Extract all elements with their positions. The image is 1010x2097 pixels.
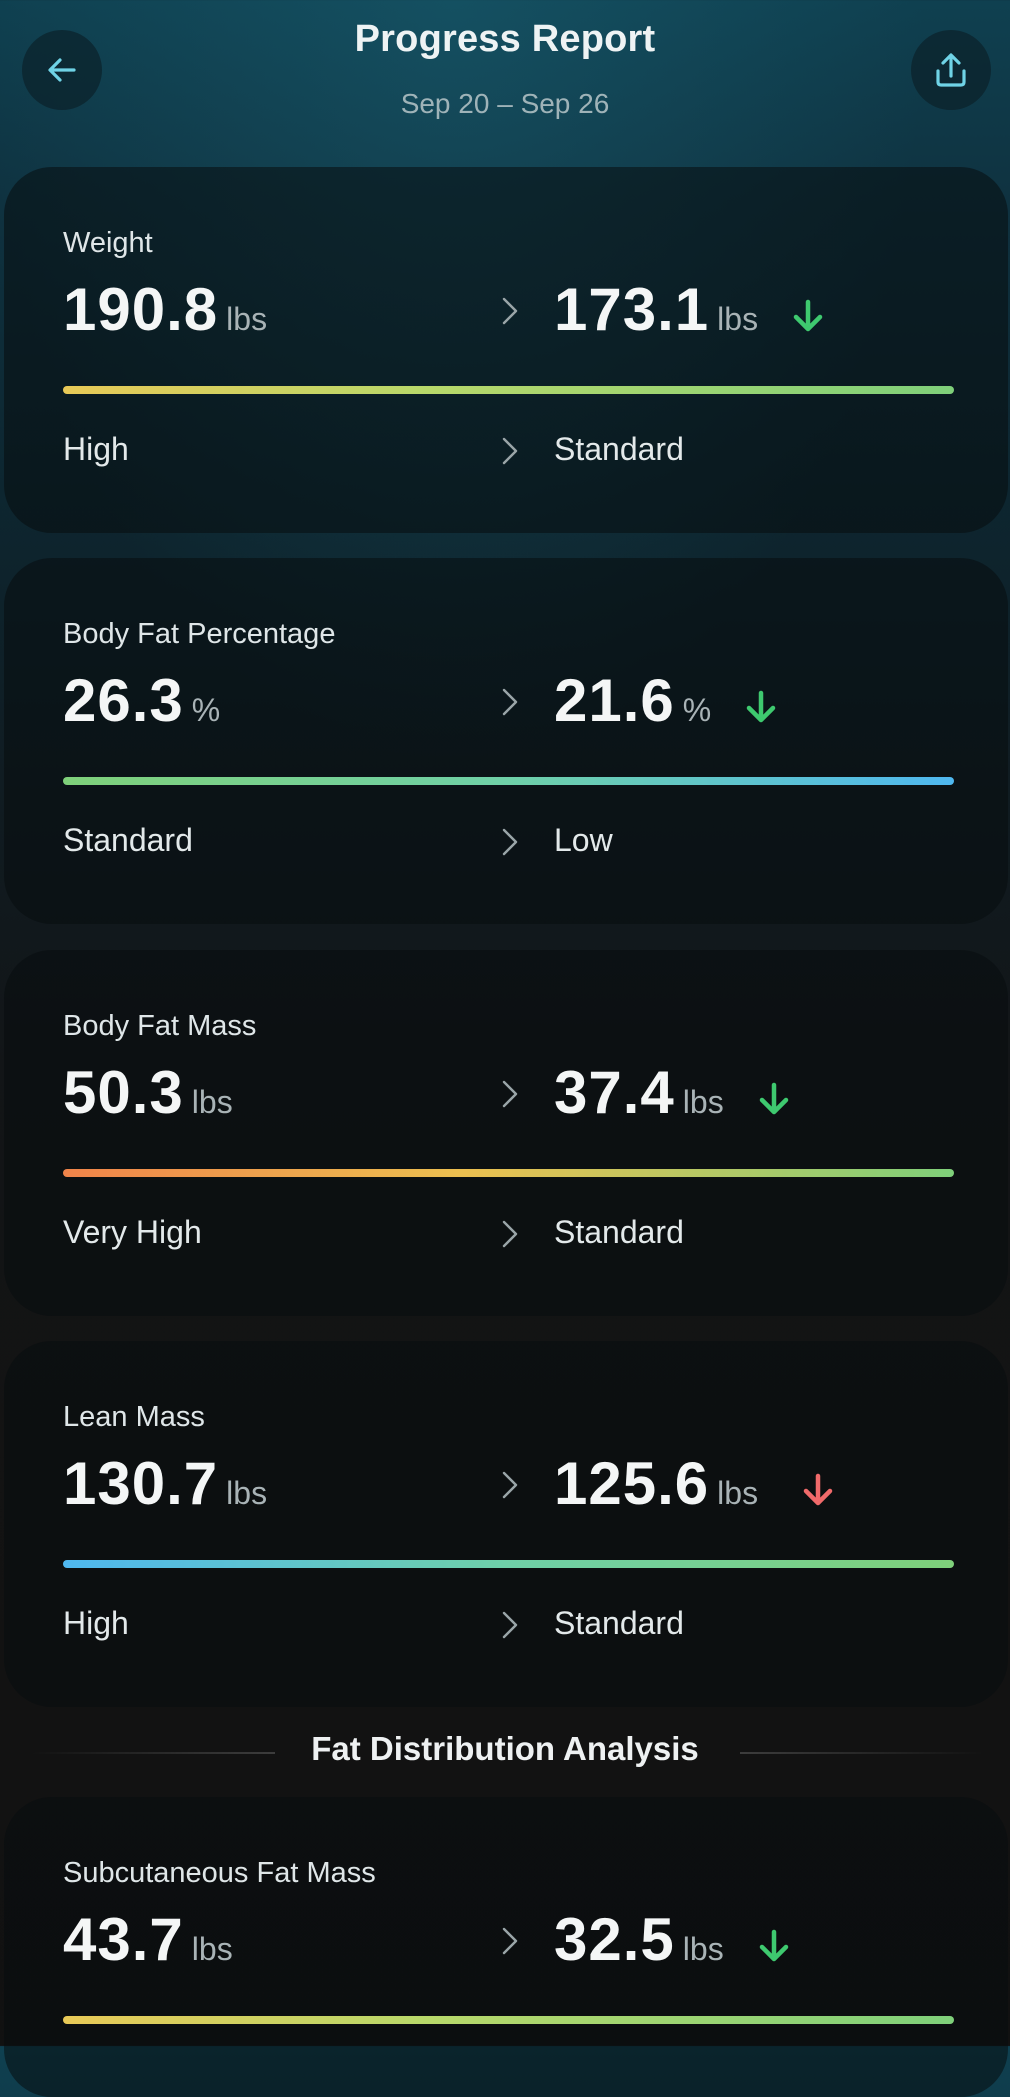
range-bar [63, 1169, 954, 1177]
to-number: 32.5 [554, 1906, 675, 1973]
arrow-down-icon [759, 1929, 788, 1962]
section-title: Fat Distribution Analysis [311, 1730, 699, 1767]
from-status: Standard [63, 822, 193, 858]
to-status: Standard [554, 1605, 684, 1641]
range-bar [63, 1560, 954, 1568]
from-number: 26.3 [63, 667, 184, 734]
metric-label: Weight [63, 227, 153, 259]
from-unit: lbs [191, 1084, 233, 1120]
chevron-right-icon [502, 828, 518, 856]
to-status: Standard [554, 431, 684, 467]
metric-card-body-fat-percentage[interactable]: Body Fat Percentage 26.3 % 21.6 % Standa… [4, 558, 1008, 924]
chevron-right-icon [502, 688, 518, 716]
chevron-right-icon [502, 1611, 518, 1639]
section-divider-right [740, 1752, 985, 1754]
metric-label: Body Fat Percentage [63, 618, 336, 650]
to-unit: lbs [717, 1475, 759, 1511]
from-status: High [63, 1605, 129, 1641]
from-status: High [63, 431, 129, 467]
metric-label: Lean Mass [63, 1401, 205, 1433]
to-status: Standard [554, 1214, 684, 1250]
to-unit: % [682, 692, 712, 728]
share-button[interactable] [911, 30, 991, 110]
to-value: 37.4 lbs [554, 1058, 794, 1127]
range-bar [63, 386, 954, 394]
arrow-down-icon [759, 1082, 788, 1115]
from-unit: lbs [226, 301, 268, 337]
range-bar [63, 777, 954, 785]
metric-label: Subcutaneous Fat Mass [63, 1857, 376, 1889]
to-value: 21.6 % [554, 666, 781, 735]
page-title: Progress Report [354, 18, 656, 60]
to-value: 125.6 lbs [554, 1449, 838, 1518]
from-unit: lbs [226, 1475, 268, 1511]
metric-card-body-fat-mass[interactable]: Body Fat Mass 50.3 lbs 37.4 lbs Very Hig… [4, 950, 1008, 1316]
upload-icon [936, 53, 966, 87]
from-status: Very High [63, 1214, 202, 1250]
chevron-right-icon [502, 1471, 518, 1499]
to-status: Low [554, 822, 613, 858]
from-value: 130.7 lbs [63, 1449, 267, 1518]
to-number: 173.1 [554, 276, 710, 343]
header: Progress Report Sep 20 – Sep 26 [0, 0, 1010, 150]
arrow-down-icon [803, 1473, 833, 1506]
chevron-right-icon [502, 1927, 518, 1955]
metric-card-lean-mass[interactable]: Lean Mass 130.7 lbs 125.6 lbs High Stand… [4, 1341, 1008, 1707]
date-range: Sep 20 – Sep 26 [400, 88, 610, 119]
to-unit: lbs [717, 301, 759, 337]
to-value: 173.1 lbs [554, 275, 828, 344]
from-unit: lbs [191, 1931, 233, 1967]
arrow-down-icon [746, 690, 776, 723]
from-number: 43.7 [63, 1906, 184, 1973]
to-number: 37.4 [554, 1059, 675, 1126]
metric-card-subcutaneous-fat-mass[interactable]: Subcutaneous Fat Mass 43.7 lbs 32.5 lbs [4, 1797, 1008, 2097]
chevron-right-icon [502, 297, 518, 325]
from-value: 190.8 lbs [63, 275, 267, 344]
to-number: 125.6 [554, 1450, 710, 1517]
range-bar [63, 2016, 954, 2024]
chevron-right-icon [502, 1220, 518, 1248]
arrow-down-icon [793, 299, 823, 332]
from-value: 26.3 % [63, 666, 220, 735]
metric-card-weight[interactable]: Weight 190.8 lbs 173.1 lbs High Standard [4, 167, 1008, 533]
to-unit: lbs [682, 1084, 724, 1120]
to-unit: lbs [682, 1931, 724, 1967]
metric-label: Body Fat Mass [63, 1010, 257, 1042]
from-number: 190.8 [63, 276, 219, 343]
to-number: 21.6 [554, 667, 675, 734]
chevron-right-icon [502, 1080, 518, 1108]
from-number: 50.3 [63, 1059, 184, 1126]
from-number: 130.7 [63, 1450, 219, 1517]
from-value: 50.3 lbs [63, 1058, 233, 1127]
to-value: 32.5 lbs [554, 1905, 794, 1974]
from-value: 43.7 lbs [63, 1905, 233, 1974]
from-unit: % [191, 692, 221, 728]
chevron-right-icon [502, 437, 518, 465]
